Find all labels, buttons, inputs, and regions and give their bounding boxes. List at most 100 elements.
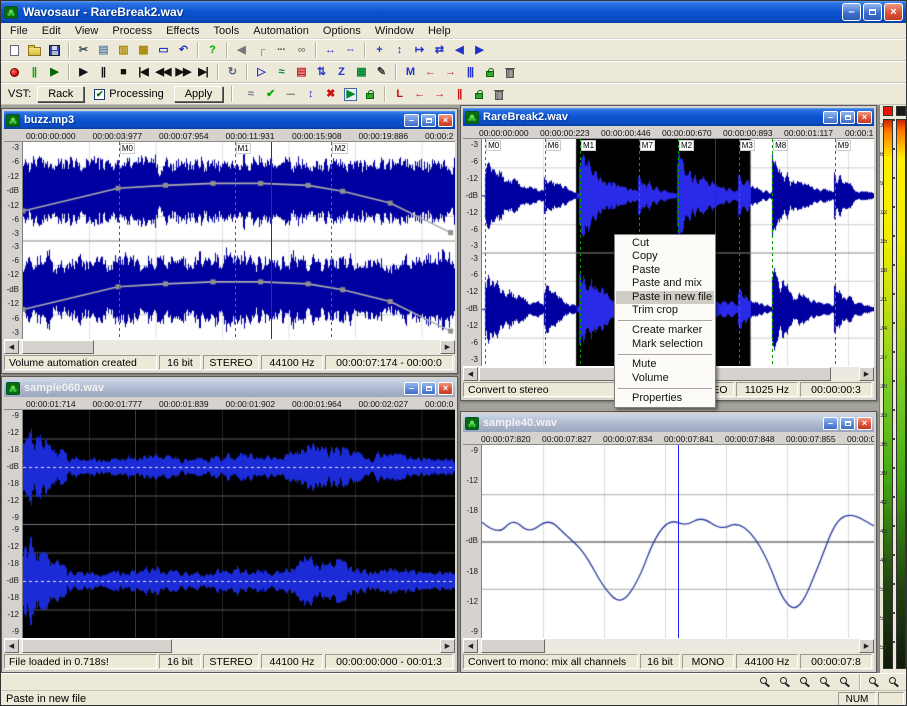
nudge-icon[interactable]: ↕	[300, 85, 320, 103]
play-box-icon[interactable]: ▶	[340, 85, 360, 103]
sample40-close-button[interactable]: ×	[857, 417, 872, 430]
cut-icon[interactable]: ✂	[73, 41, 93, 59]
stop-icon[interactable]: ■	[113, 63, 133, 81]
zoom-wave-h-icon[interactable]: ↔	[320, 41, 340, 59]
lock-green-icon[interactable]	[360, 85, 380, 103]
connector-icon[interactable]: ┌	[251, 41, 271, 59]
marker-m-icon[interactable]: M	[400, 63, 420, 81]
close-button[interactable]: ×	[884, 3, 903, 21]
scroll-left-icon[interactable]: ◀	[463, 367, 478, 381]
sample060-scroll-thumb[interactable]	[22, 639, 172, 653]
menu-window[interactable]: Window	[368, 24, 421, 38]
zoom-wave-v-icon[interactable]: ⇔	[340, 41, 360, 59]
sample40-titlebar[interactable]: sample40.wav – ×	[463, 414, 874, 432]
dashes-icon[interactable]: ---	[280, 85, 300, 103]
undo-icon[interactable]: ↶	[173, 41, 193, 59]
scroll-right-icon[interactable]: ▶	[859, 639, 874, 653]
clip-indicator-left[interactable]	[883, 106, 893, 116]
vst-apply-button[interactable]: Apply	[174, 86, 224, 102]
buzz-titlebar[interactable]: buzz.mp3 – ×	[4, 111, 455, 129]
lock-icon[interactable]	[480, 63, 500, 81]
go-end-icon[interactable]: ▶|	[193, 63, 213, 81]
vst-rack-button[interactable]: Rack	[37, 86, 84, 102]
window-buzz[interactable]: buzz.mp3 – × 00:00:00:00000:00:03:97700:…	[1, 108, 458, 374]
processing-checkbox[interactable]: ✔	[94, 89, 105, 100]
goto-right-icon[interactable]: →	[429, 85, 449, 103]
play-cursor-icon[interactable]: ▶	[44, 63, 64, 81]
crop-icon[interactable]: ▭	[153, 41, 173, 59]
play-icon[interactable]: ▶	[73, 63, 93, 81]
context-menu-item-paste-and-mix[interactable]: Paste and mix	[616, 277, 714, 290]
fit-vertical-icon[interactable]: ↕	[389, 41, 409, 59]
record-icon[interactable]	[4, 63, 24, 81]
copy-new-icon[interactable]: ▤	[291, 63, 311, 81]
swap-channels-icon[interactable]: ⇅	[311, 63, 331, 81]
mag-zoom-selection-icon[interactable]	[795, 673, 815, 691]
zoom-all-icon[interactable]: ⇄	[429, 41, 449, 59]
mag-zoom-vertical-in-icon[interactable]	[815, 673, 835, 691]
menu-edit[interactable]: Edit	[35, 24, 68, 38]
copy-icon[interactable]: ▤	[93, 41, 113, 59]
fit-horizontal-icon[interactable]: +	[369, 41, 389, 59]
context-menu-item-volume[interactable]: Volume	[616, 372, 714, 385]
rare-close-button[interactable]: ×	[857, 111, 872, 124]
open-folder-icon[interactable]	[24, 41, 44, 59]
scroll-left-icon[interactable]: ◀	[463, 639, 478, 653]
rare-titlebar[interactable]: RareBreak2.wav – ×	[463, 108, 874, 126]
paste-icon[interactable]: ▥	[113, 41, 133, 59]
bit-depth-icon[interactable]: ▦	[351, 63, 371, 81]
mag-zoom-out-icon[interactable]	[775, 673, 795, 691]
speaker-icon[interactable]: ◀	[231, 41, 251, 59]
scroll-right-icon[interactable]: ▶	[440, 340, 455, 354]
marker-set-icon[interactable]: ||	[449, 85, 469, 103]
envelope-icon[interactable]: ≈	[240, 85, 260, 103]
sample060-minimize-button[interactable]: –	[404, 382, 419, 395]
scroll-left-icon[interactable]: ◀	[4, 340, 19, 354]
buzz-restore-button[interactable]	[421, 114, 436, 127]
l-marker-icon[interactable]: L	[389, 85, 409, 103]
insert-wave-icon[interactable]: ▷	[251, 63, 271, 81]
window-sample060[interactable]: sample060.wav – × 00:00:01:71400:00:01:7…	[1, 376, 458, 673]
sample060-titlebar[interactable]: sample060.wav – ×	[4, 379, 455, 397]
menu-options[interactable]: Options	[316, 24, 368, 38]
buzz-hscrollbar[interactable]: ◀ ▶	[4, 339, 455, 353]
menu-help[interactable]: Help	[421, 24, 458, 38]
marker-left-icon[interactable]: ←	[420, 63, 440, 81]
marker-right-icon[interactable]: →	[440, 63, 460, 81]
mag-zoom-vertical-out-icon[interactable]	[835, 673, 855, 691]
fade-icon[interactable]: Z	[331, 63, 351, 81]
menu-effects[interactable]: Effects	[159, 24, 206, 38]
rare-minimize-button[interactable]: –	[823, 111, 838, 124]
buzz-waveform[interactable]: M0M1M2	[22, 142, 455, 339]
go-right-icon[interactable]: ▶	[469, 41, 489, 59]
window-sample40[interactable]: sample40.wav – × 00:00:07:82000:00:07:82…	[460, 411, 877, 673]
restore-button[interactable]	[863, 3, 882, 21]
context-menu-item-paste[interactable]: Paste	[616, 264, 714, 277]
sample40-minimize-button[interactable]: –	[823, 417, 838, 430]
check-icon[interactable]: ✔	[260, 85, 280, 103]
options-dots-icon[interactable]: ···	[271, 41, 291, 59]
rare-restore-button[interactable]	[840, 111, 855, 124]
trash-2-icon[interactable]	[489, 85, 509, 103]
scroll-right-icon[interactable]: ▶	[859, 367, 874, 381]
menu-process[interactable]: Process	[105, 24, 159, 38]
new-file-icon[interactable]	[4, 41, 24, 59]
context-menu-item-mute[interactable]: Mute	[616, 358, 714, 371]
menu-tools[interactable]: Tools	[207, 24, 247, 38]
sample40-waveform[interactable]	[481, 445, 874, 638]
delete-x-icon[interactable]: ✖	[320, 85, 340, 103]
context-menu-item-mark-selection[interactable]: Mark selection	[616, 338, 714, 351]
context-menu-item-properties[interactable]: Properties	[616, 392, 714, 405]
context-menu-item-create-marker[interactable]: Create marker	[616, 324, 714, 337]
go-start-icon[interactable]: |◀	[133, 63, 153, 81]
link-icon[interactable]: ∞	[291, 41, 311, 59]
context-menu-item-paste-in-new-file[interactable]: Paste in new file	[616, 291, 714, 304]
clip-indicator-right[interactable]	[896, 106, 906, 116]
save-icon[interactable]	[44, 41, 64, 59]
marker-all-icon[interactable]: |||	[460, 63, 480, 81]
lock-2-icon[interactable]	[469, 85, 489, 103]
sample40-scroll-thumb[interactable]	[481, 639, 545, 653]
forward-icon[interactable]: ▶▶	[173, 63, 193, 81]
pause-icon[interactable]: ||	[93, 63, 113, 81]
mag-zoom-one-icon[interactable]	[884, 673, 904, 691]
